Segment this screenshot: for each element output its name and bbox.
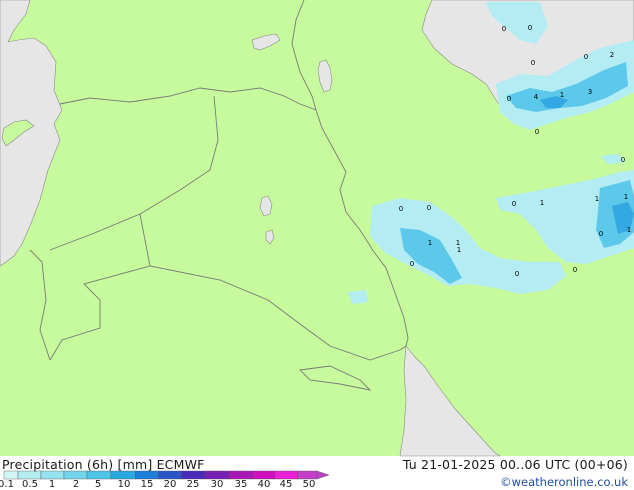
value-label: 0 (427, 204, 431, 212)
value-label: 1 (595, 195, 599, 203)
value-label: 3 (588, 88, 592, 96)
value-label: 0 (507, 95, 511, 103)
value-label: 0 (599, 230, 603, 238)
colorbar-label: 1 (48, 479, 56, 490)
value-label: 1 (624, 193, 628, 201)
colorbar-label: 40 (257, 479, 271, 490)
value-label: 0 (584, 53, 588, 61)
colorbar-swatch (297, 470, 318, 480)
colorbar-swatch (181, 470, 206, 480)
value-label: 1 (540, 199, 544, 207)
value-label: 0 (535, 128, 539, 136)
value-label: 0 (528, 24, 532, 32)
colorbar-label: 5 (94, 479, 102, 490)
value-label: 1 (560, 91, 564, 99)
colorbar-label: 30 (210, 479, 224, 490)
colorbar-label: 50 (302, 479, 316, 490)
colorbar-swatch (3, 470, 19, 480)
colorbar-label: 15 (140, 479, 154, 490)
colorbar-swatch (252, 470, 276, 480)
value-label: 1 (627, 226, 631, 234)
colorbar-label: 20 (163, 479, 177, 490)
colorbar-label: 45 (279, 479, 293, 490)
map-canvas: 0 0 0 0 4 1 3 0 0 2 0 0 0 0 1 1 1 1 1 0 … (0, 0, 634, 480)
colorbar-label: 2 (72, 479, 80, 490)
colorbar-swatch (228, 470, 253, 480)
colorbar-swatch (40, 470, 65, 480)
colorbar-swatch (135, 470, 159, 480)
colorbar-arrow (316, 470, 330, 480)
value-label: 1 (428, 239, 432, 247)
value-label: 0 (410, 260, 414, 268)
colorbar-label: 25 (186, 479, 200, 490)
value-label: 1 (457, 246, 461, 254)
colorbar-swatch (274, 470, 298, 480)
value-label: 2 (610, 51, 614, 59)
precipitation-colorbar (3, 470, 330, 480)
colorbar-swatch (63, 470, 88, 480)
value-label: 0 (531, 59, 535, 67)
value-label: 0 (515, 270, 519, 278)
colorbar-label: 35 (234, 479, 248, 490)
colorbar-swatch (17, 470, 42, 480)
value-label: 0 (502, 25, 506, 33)
map-title: Precipitation (6h) [mm] ECMWF (2, 457, 205, 472)
value-label: 0 (573, 266, 577, 274)
precipitation-map: 0 0 0 0 4 1 3 0 0 2 0 0 0 0 1 1 1 1 1 0 … (0, 0, 634, 490)
validity-time: Tu 21-01-2025 00..06 UTC (00+06) (402, 457, 628, 472)
colorbar-label: 10 (117, 479, 131, 490)
value-label: 0 (621, 156, 625, 164)
value-label: 0 (399, 205, 403, 213)
site-credit[interactable]: ©weatheronline.co.uk (500, 475, 628, 489)
colorbar-swatch (110, 470, 136, 480)
colorbar-swatch (158, 470, 182, 480)
value-label: 0 (512, 200, 516, 208)
value-label: 4 (534, 93, 539, 101)
colorbar-label: 0.1 (0, 479, 14, 490)
colorbar-swatch (86, 470, 112, 480)
colorbar-label: 0.5 (22, 479, 38, 490)
colorbar-swatch (204, 470, 230, 480)
